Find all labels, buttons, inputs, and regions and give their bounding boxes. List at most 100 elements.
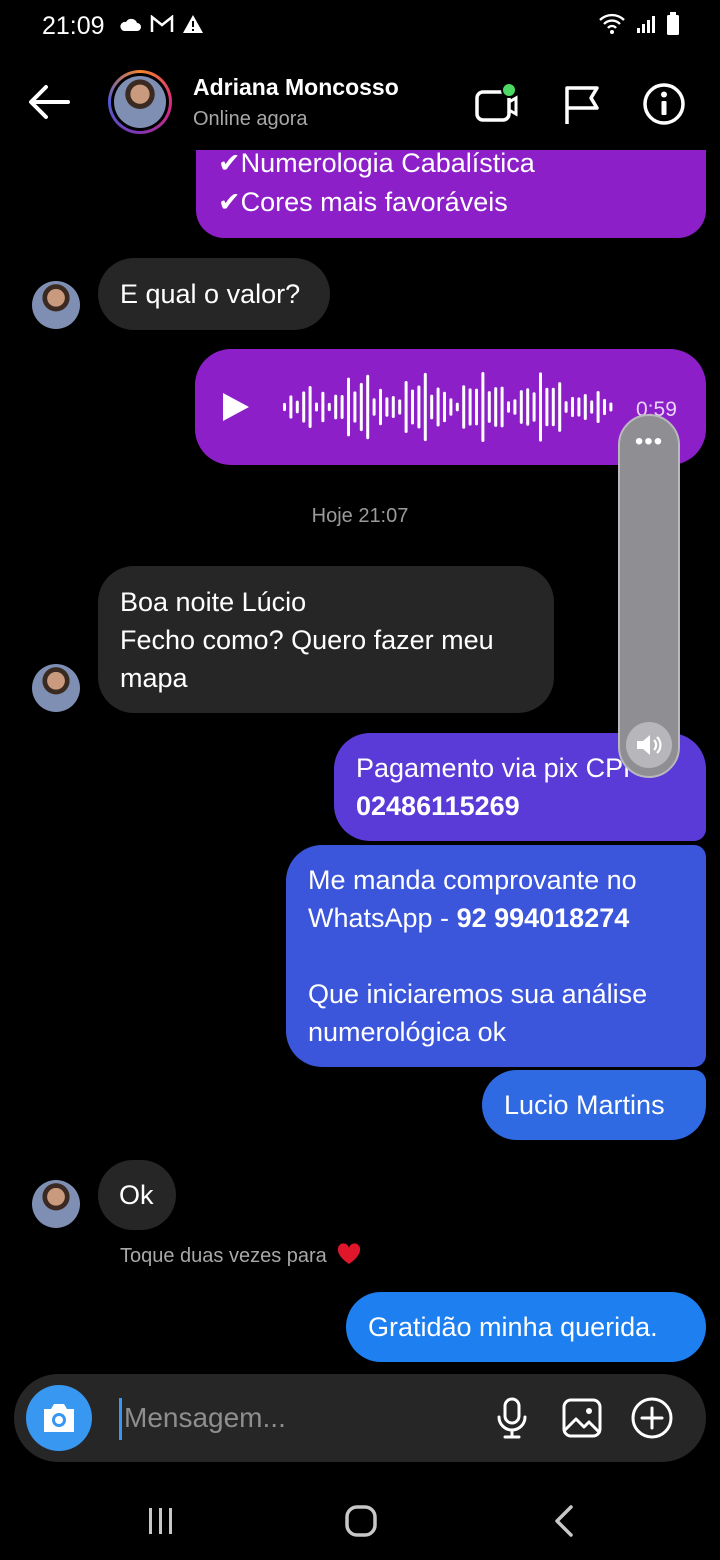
- message-line: WhatsApp -: [308, 903, 457, 933]
- avatar-image: [114, 76, 166, 128]
- back-icon[interactable]: [552, 1504, 576, 1538]
- home-icon[interactable]: [344, 1504, 378, 1538]
- message-bubble-outgoing[interactable]: Me manda comprovante no WhatsApp - 92 99…: [286, 845, 706, 1067]
- sender-avatar[interactable]: [32, 281, 80, 329]
- audio-waveform[interactable]: [279, 367, 619, 447]
- info-icon[interactable]: [642, 82, 686, 126]
- chat-timestamp: Hoje 21:07: [311, 505, 409, 527]
- message-text: E qual o valor?: [120, 279, 301, 309]
- message-text: Gratidão minha querida.: [368, 1312, 658, 1342]
- waveform-bar: [359, 382, 363, 432]
- waveform-bar: [430, 394, 434, 420]
- status-icons-left: [118, 14, 204, 34]
- waveform-bar: [283, 402, 286, 412]
- alert-icon: [183, 15, 203, 33]
- waveform-bar: [347, 377, 350, 437]
- microphone-icon[interactable]: [490, 1396, 534, 1440]
- waveform-bar: [545, 387, 549, 427]
- waveform-bar: [481, 372, 485, 442]
- play-icon[interactable]: [221, 391, 251, 423]
- waveform-bar: [443, 391, 446, 423]
- system-navigation-bar: [0, 1480, 720, 1560]
- speaker-button[interactable]: [626, 722, 672, 768]
- volume-slider-overlay[interactable]: •••: [618, 414, 680, 778]
- message-line: ✔Numerologia Cabalística: [218, 148, 535, 178]
- waveform-bar: [551, 387, 555, 427]
- waveform-bar: [308, 385, 312, 429]
- waveform-bar: [539, 372, 542, 442]
- waveform-bar: [590, 400, 594, 414]
- contact-avatar[interactable]: [108, 70, 172, 134]
- sender-avatar[interactable]: [32, 664, 80, 712]
- plus-icon[interactable]: [630, 1396, 674, 1440]
- waveform-bar: [558, 382, 562, 432]
- waveform-bar: [455, 402, 459, 412]
- camera-button[interactable]: [26, 1385, 92, 1451]
- back-arrow-icon[interactable]: [26, 82, 72, 122]
- message-text: Ok: [119, 1180, 154, 1210]
- message-bubble-incoming[interactable]: Ok: [98, 1160, 176, 1230]
- waveform-bar: [295, 400, 299, 414]
- waveform-bar: [487, 391, 491, 423]
- waveform-bar: [526, 388, 530, 426]
- sender-avatar[interactable]: [32, 1180, 80, 1228]
- recents-icon[interactable]: [146, 1506, 176, 1536]
- waveform-bar: [398, 399, 402, 415]
- waveform-bar: [404, 380, 408, 434]
- gallery-icon[interactable]: [560, 1396, 604, 1440]
- waveform-bar: [436, 387, 440, 427]
- message-line: numerológica ok: [308, 1017, 507, 1047]
- waveform-bar: [507, 401, 510, 413]
- waveform-bar: [340, 395, 344, 419]
- cloud-icon: [120, 18, 141, 31]
- hint-text: Toque duas vezes para: [120, 1245, 327, 1267]
- message-input[interactable]: Mensagem...: [124, 1402, 286, 1434]
- message-bubble-outgoing[interactable]: Lucio Martins: [482, 1070, 706, 1140]
- waveform-bar: [391, 395, 395, 419]
- waveform-bar: [315, 402, 318, 412]
- waveform-bar: [417, 385, 421, 429]
- waveform-bar: [609, 402, 613, 412]
- camera-icon: [44, 1404, 74, 1432]
- message-bubble-incoming[interactable]: E qual o valor?: [98, 258, 330, 330]
- speaker-icon: [637, 735, 662, 755]
- message-bubble-incoming[interactable]: Boa noite Lúcio Fecho como? Quero fazer …: [98, 566, 554, 713]
- waveform-bar: [577, 397, 581, 417]
- waveform-bar: [564, 401, 568, 413]
- message-text: Lucio Martins: [504, 1090, 665, 1120]
- message-bubble-outgoing[interactable]: ✔Numerologia Cabalística ✔Cores mais fav…: [196, 148, 706, 238]
- wifi-icon: [599, 13, 625, 34]
- waveform-bar: [302, 391, 306, 423]
- contact-name[interactable]: Adriana Moncosso: [193, 74, 399, 101]
- message-bubble-outgoing[interactable]: Gratidão minha querida.: [346, 1292, 706, 1362]
- signal-icon: [637, 16, 655, 33]
- waveform-bar: [468, 388, 472, 426]
- waveform-bar: [327, 402, 331, 412]
- waveform-bar: [353, 391, 357, 423]
- video-call-icon[interactable]: [474, 82, 518, 126]
- heart-icon: [338, 1243, 361, 1264]
- double-tap-hint: Toque duas vezes para: [120, 1242, 362, 1268]
- battery-icon: [667, 12, 679, 35]
- waveform-bar: [603, 398, 606, 416]
- waveform-bar: [494, 387, 498, 427]
- waveform-bar: [571, 396, 574, 418]
- message-compose-bar: Mensagem...: [14, 1374, 706, 1462]
- status-time: 21:09: [42, 12, 105, 40]
- pix-key: 02486115269: [356, 791, 520, 821]
- message-line: mapa: [120, 663, 188, 693]
- message-line: ✔Cores mais favoráveis: [218, 187, 508, 217]
- waveform-bar: [519, 390, 523, 424]
- message-line: Boa noite Lúcio: [120, 587, 307, 617]
- waveform-bar: [289, 395, 293, 419]
- flag-icon[interactable]: [560, 82, 604, 126]
- status-bar: 21:09: [0, 0, 720, 54]
- waveform-bar: [462, 385, 466, 429]
- volume-more-icon[interactable]: •••: [620, 430, 678, 454]
- waveform-bar: [449, 398, 453, 416]
- text-cursor: [119, 1398, 122, 1440]
- waveform-bar: [411, 389, 414, 425]
- gmail-icon: [150, 15, 174, 32]
- waveform-bar: [366, 374, 370, 440]
- waveform-bar: [596, 390, 600, 424]
